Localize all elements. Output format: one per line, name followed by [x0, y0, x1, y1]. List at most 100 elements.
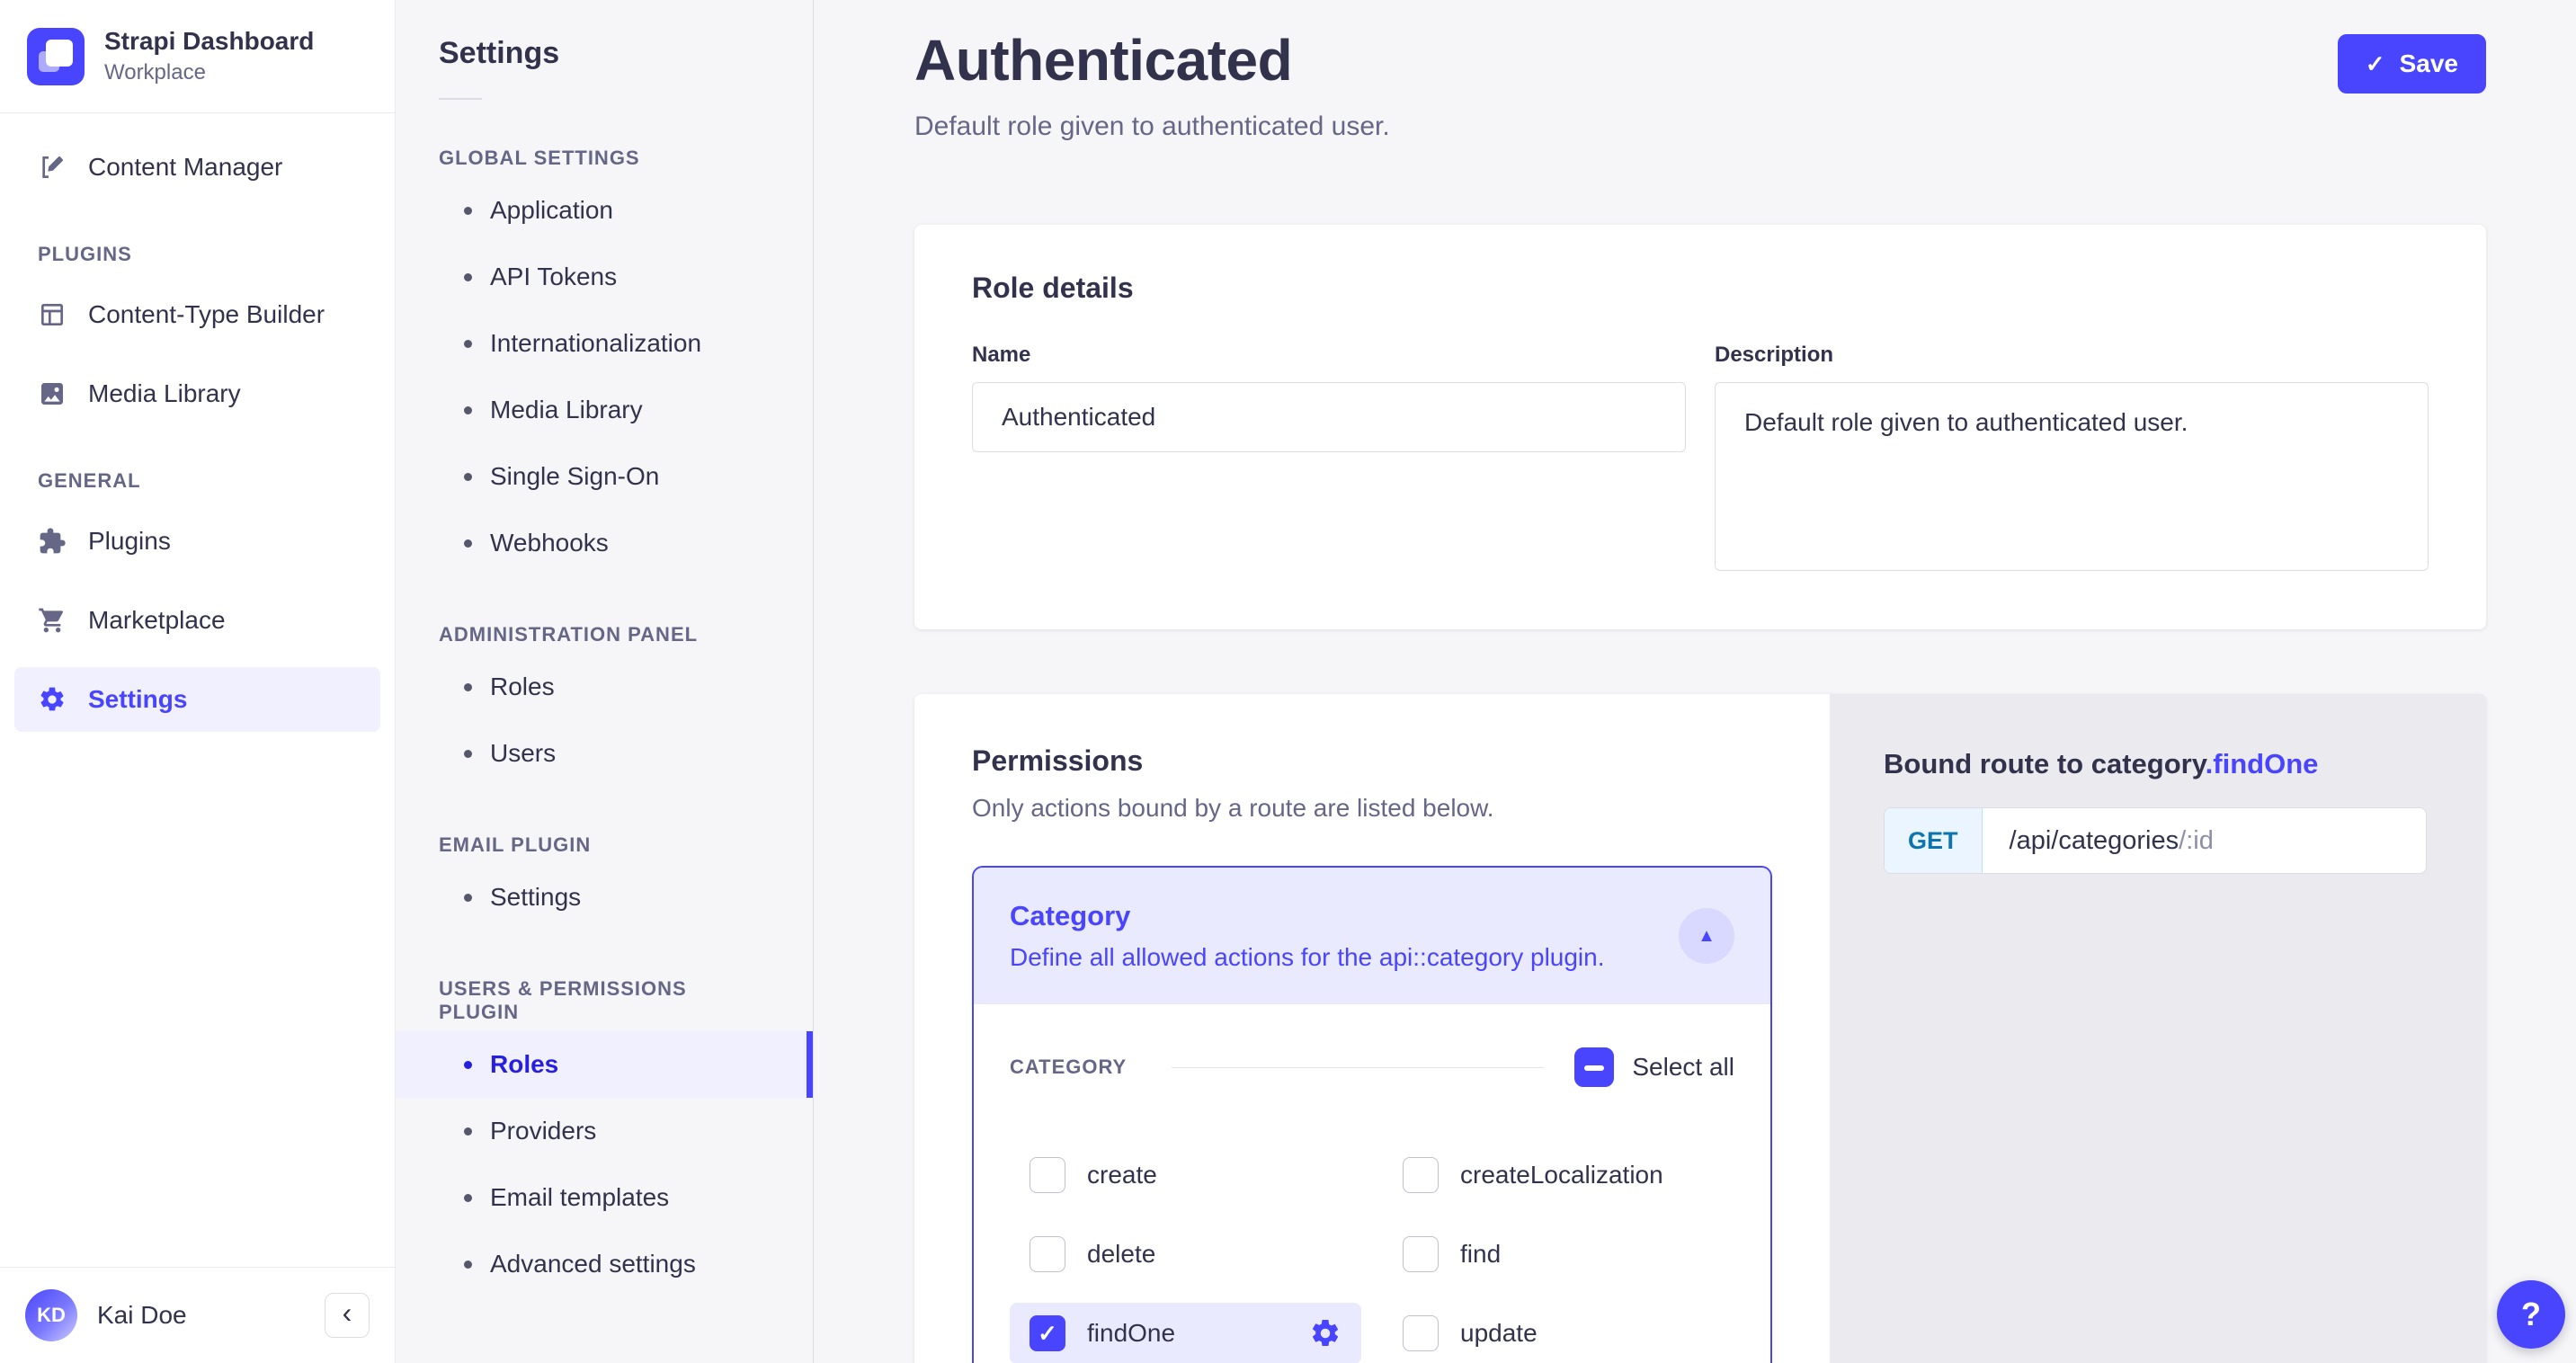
settings-item-webhooks[interactable]: Webhooks	[396, 510, 813, 576]
page-content: Role details Name Description Default ro…	[814, 225, 2576, 1363]
page-title: Authenticated	[914, 27, 1390, 94]
nav-item-content-type-builder[interactable]: Content-Type Builder	[14, 282, 380, 347]
nav-section-plugins: PLUGINS	[14, 243, 380, 266]
help-button[interactable]: ?	[2497, 1280, 2565, 1349]
permission-update[interactable]: update	[1383, 1303, 1734, 1363]
checkbox-create-localization[interactable]	[1403, 1157, 1439, 1193]
settings-item-single-sign-on[interactable]: Single Sign-On	[396, 443, 813, 510]
permission-label: findOne	[1087, 1319, 1175, 1348]
role-details-fields: Name Description Default role given to a…	[972, 343, 2429, 575]
bound-route-title: Bound route to category.findOne	[1884, 748, 2432, 780]
permission-delete[interactable]: delete	[1010, 1224, 1361, 1285]
permission-find-one[interactable]: ✓ findOne	[1010, 1303, 1361, 1363]
permission-create-localization[interactable]: createLocalization	[1383, 1145, 1734, 1206]
check-icon: ✓	[1038, 1320, 1057, 1348]
permission-create[interactable]: create	[1010, 1145, 1361, 1206]
settings-item-email-templates[interactable]: Email templates	[396, 1164, 813, 1231]
bullet-icon	[464, 750, 472, 758]
settings-item-label: Roles	[490, 673, 555, 701]
layout-icon	[38, 300, 67, 329]
settings-item-internationalization[interactable]: Internationalization	[396, 310, 813, 377]
settings-item-providers[interactable]: Providers	[396, 1098, 813, 1164]
settings-sidebar: Settings GLOBAL SETTINGS Application API…	[396, 0, 814, 1363]
bullet-icon	[464, 1061, 472, 1069]
settings-item-label: Single Sign-On	[490, 462, 659, 491]
settings-item-label: Media Library	[490, 396, 643, 424]
chevron-up-icon: ▲	[1698, 926, 1716, 947]
checkbox-create[interactable]	[1030, 1157, 1065, 1193]
question-mark-icon: ?	[2521, 1296, 2541, 1333]
bound-route-title-method: .findOne	[2206, 748, 2319, 779]
main-content: Authenticated Default role given to auth…	[814, 0, 2576, 1363]
nav-item-content-manager[interactable]: Content Manager	[14, 135, 380, 200]
nav-item-plugins[interactable]: Plugins	[14, 509, 380, 574]
permission-label: delete	[1087, 1240, 1155, 1269]
checkbox-find[interactable]	[1403, 1236, 1439, 1272]
nav-item-label: Settings	[88, 685, 187, 714]
route-path-main: /api/categories	[2010, 826, 2179, 856]
settings-section-users-permissions: USERS & PERMISSIONS PLUGIN	[396, 977, 813, 1024]
bound-route-panel: Bound route to category.findOne GET /api…	[1830, 694, 2486, 1363]
settings-item-application[interactable]: Application	[396, 177, 813, 244]
divider	[439, 98, 482, 100]
settings-item-api-tokens[interactable]: API Tokens	[396, 244, 813, 310]
main-sidebar: Strapi Dashboard Workplace Content Manag…	[0, 0, 396, 1363]
save-button[interactable]: ✓ Save	[2338, 34, 2486, 94]
permissions-card: Permissions Only actions bound by a rout…	[914, 694, 2486, 1363]
nav-section-general: GENERAL	[14, 469, 380, 493]
settings-item-up-roles[interactable]: Roles	[396, 1031, 813, 1098]
gear-icon	[38, 685, 67, 714]
checkbox-update[interactable]	[1403, 1315, 1439, 1351]
select-all-checkbox[interactable]	[1574, 1047, 1614, 1087]
nav-item-settings[interactable]: Settings	[14, 667, 380, 732]
user-row[interactable]: KD Kai Doe ‹	[0, 1267, 395, 1363]
cart-icon	[38, 606, 67, 635]
workspace-title: Strapi Dashboard	[104, 27, 314, 56]
select-all-label: Select all	[1632, 1053, 1734, 1082]
settings-section-email-plugin: EMAIL PLUGIN	[396, 833, 813, 857]
settings-item-media-library[interactable]: Media Library	[396, 377, 813, 443]
settings-item-label: Roles	[490, 1050, 558, 1079]
category-accordion-text: Category Define all allowed actions for …	[1010, 900, 1605, 972]
puzzle-icon	[38, 527, 67, 556]
permission-label: find	[1460, 1240, 1501, 1269]
name-field-group: Name	[972, 343, 1686, 575]
bullet-icon	[464, 406, 472, 414]
settings-item-advanced-settings[interactable]: Advanced settings	[396, 1231, 813, 1297]
nav-item-media-library[interactable]: Media Library	[14, 361, 380, 426]
brand-text: Strapi Dashboard Workplace	[104, 27, 314, 85]
bullet-icon	[464, 1127, 472, 1136]
nav-item-marketplace[interactable]: Marketplace	[14, 588, 380, 653]
checkbox-delete[interactable]	[1030, 1236, 1065, 1272]
settings-sidebar-title: Settings	[396, 36, 813, 71]
category-accordion: Category Define all allowed actions for …	[972, 866, 1772, 1363]
route-path-param: /:id	[2179, 826, 2214, 856]
category-accordion-title: Category	[1010, 900, 1605, 932]
page-header: Authenticated Default role given to auth…	[814, 0, 2576, 142]
select-all[interactable]: Select all	[1574, 1047, 1734, 1087]
collapse-sidebar-button[interactable]: ‹	[325, 1293, 370, 1338]
settings-item-email-settings[interactable]: Settings	[396, 864, 813, 931]
nav-item-label: Content-Type Builder	[88, 300, 325, 329]
page-header-text: Authenticated Default role given to auth…	[914, 27, 1390, 142]
permission-find[interactable]: find	[1383, 1224, 1734, 1285]
checkbox-find-one[interactable]: ✓	[1030, 1315, 1065, 1351]
description-textarea[interactable]: Default role given to authenticated user…	[1715, 382, 2429, 571]
get-method-badge: GET	[1885, 808, 1983, 873]
settings-item-label: Users	[490, 739, 556, 768]
permission-label: createLocalization	[1460, 1161, 1663, 1189]
settings-item-admin-users[interactable]: Users	[396, 720, 813, 787]
user-name: Kai Doe	[97, 1301, 305, 1330]
settings-item-admin-roles[interactable]: Roles	[396, 654, 813, 720]
category-accordion-header[interactable]: Category Define all allowed actions for …	[974, 868, 1770, 1004]
bullet-icon	[464, 1194, 472, 1202]
collapse-accordion-button[interactable]: ▲	[1679, 908, 1734, 964]
description-label: Description	[1715, 343, 2429, 368]
bullet-icon	[464, 539, 472, 548]
gear-icon[interactable]	[1309, 1317, 1341, 1350]
settings-item-label: Advanced settings	[490, 1250, 696, 1278]
workspace-switcher[interactable]: Strapi Dashboard Workplace	[0, 0, 395, 113]
name-input[interactable]	[972, 382, 1686, 452]
chevron-left-icon: ‹	[343, 1298, 352, 1327]
permissions-panel: Permissions Only actions bound by a rout…	[914, 694, 1830, 1363]
